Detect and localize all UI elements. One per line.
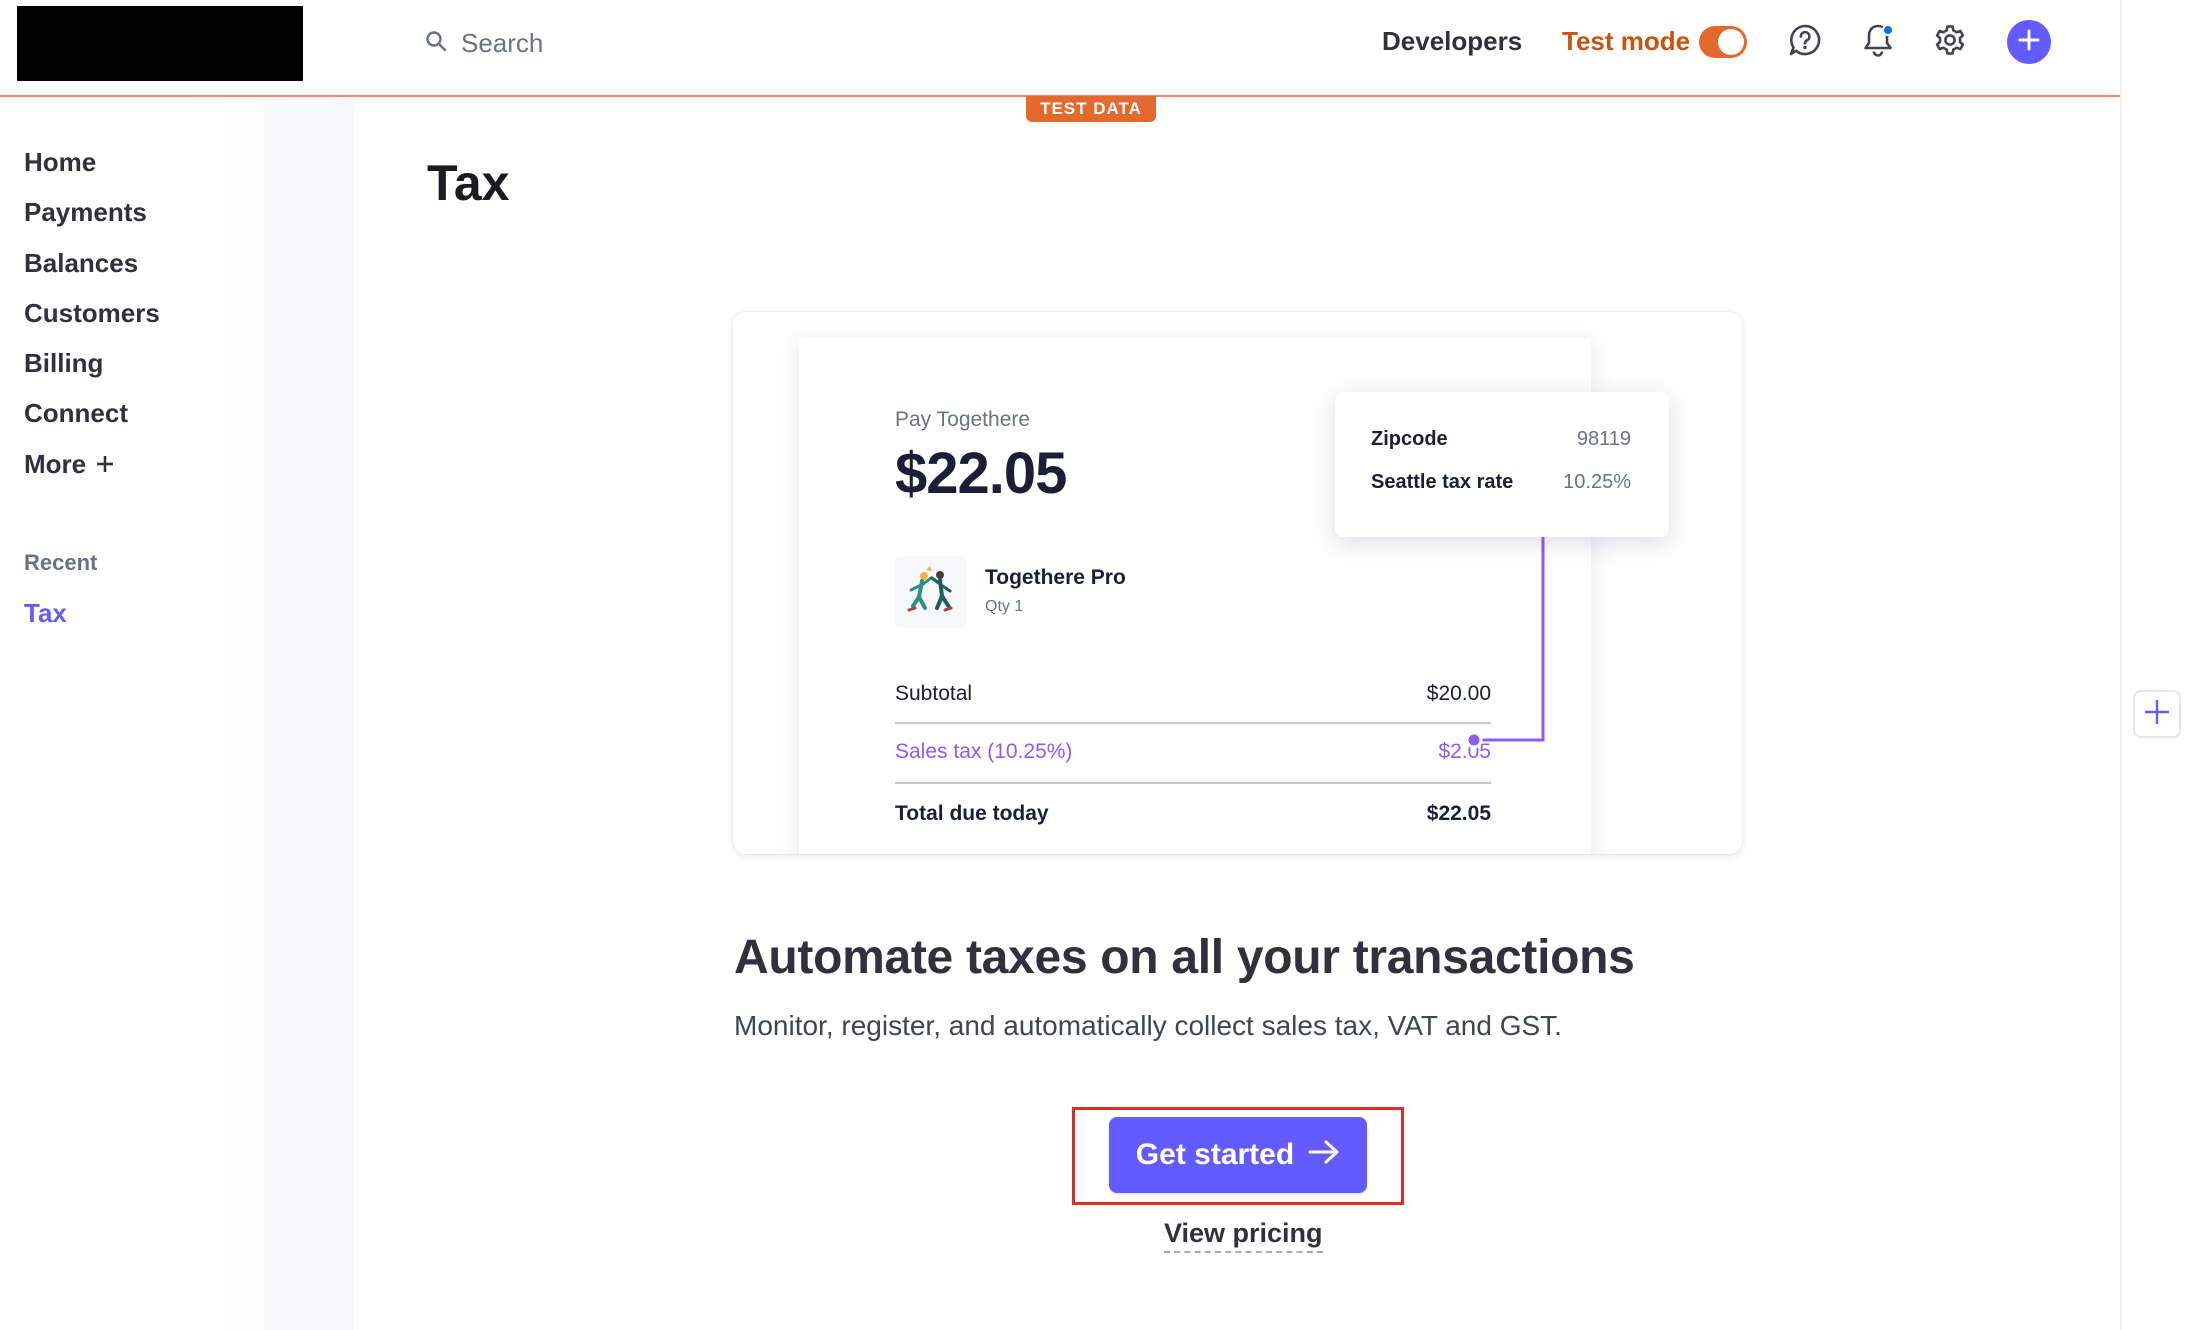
- top-bar: Search Developers Test mode: [0, 0, 2120, 97]
- add-panel-button[interactable]: [2133, 690, 2181, 738]
- help-icon: [1788, 23, 1822, 62]
- get-started-button[interactable]: Get started: [1109, 1117, 1367, 1193]
- test-mode-label: Test mode: [1562, 26, 1691, 56]
- zipcode-value: 98119: [1576, 428, 1631, 450]
- help-button[interactable]: [1783, 20, 1827, 64]
- sidebar-item-home[interactable]: Home: [24, 147, 96, 178]
- developers-link[interactable]: Developers: [1382, 26, 1522, 57]
- recent-section-label: Recent: [24, 550, 98, 575]
- sidebar-item-balances[interactable]: Balances: [24, 248, 138, 279]
- tax-rate-label: Seattle tax rate: [1371, 471, 1514, 493]
- get-started-label: Get started: [1135, 1138, 1295, 1171]
- tax-rate-row: Seattle tax rate 10.25%: [1371, 471, 1631, 494]
- tax-rate-popover: Zipcode 98119 Seattle tax rate 10.25%: [1335, 392, 1669, 537]
- toggle-knob: [1718, 29, 1744, 55]
- test-mode-toggle[interactable]: [1699, 26, 1747, 58]
- sidebar-item-customers[interactable]: Customers: [24, 298, 160, 329]
- view-pricing-link[interactable]: View pricing: [1164, 1218, 1323, 1253]
- notifications-button[interactable]: [1856, 20, 1900, 64]
- tax-rate-value: 10.25%: [1563, 471, 1631, 493]
- create-new-button[interactable]: [2007, 20, 2051, 64]
- sidebar-item-payments[interactable]: Payments: [24, 197, 147, 228]
- gear-icon: [1933, 23, 1967, 62]
- plus-icon: [2144, 699, 2170, 730]
- sidebar-item-billing[interactable]: Billing: [24, 348, 103, 379]
- notification-dot: [1882, 24, 1894, 36]
- plus-icon: [2018, 29, 2040, 56]
- zipcode-label: Zipcode: [1371, 428, 1448, 450]
- arrow-right-icon: [1308, 1138, 1340, 1172]
- plus-icon: [96, 449, 114, 480]
- subheadline: Monitor, register, and automatically col…: [734, 1010, 1562, 1041]
- test-data-badge: TEST DATA: [1026, 96, 1156, 122]
- settings-button[interactable]: [1928, 20, 1972, 64]
- zipcode-row: Zipcode 98119: [1371, 428, 1631, 451]
- sidebar-item-connect[interactable]: Connect: [24, 398, 128, 429]
- page-title: Tax: [427, 155, 510, 211]
- sidebar-item-more[interactable]: More: [24, 449, 114, 480]
- search-input[interactable]: Search: [461, 28, 543, 59]
- right-panel-divider: [2120, 0, 2122, 1330]
- search-icon: [425, 30, 447, 57]
- search-bar[interactable]: Search: [425, 20, 543, 66]
- sidebar-recent-tax[interactable]: Tax: [24, 598, 67, 629]
- headline: Automate taxes on all your transactions: [734, 931, 1635, 984]
- tax-preview-illustration: Pay Togethere $22.05 Togethere Pro Qty 1…: [733, 312, 1742, 854]
- sidebar: Home Payments Balances Customers Billing…: [0, 99, 354, 1330]
- account-logo[interactable]: [17, 6, 303, 81]
- sidebar-item-label: More: [24, 449, 87, 479]
